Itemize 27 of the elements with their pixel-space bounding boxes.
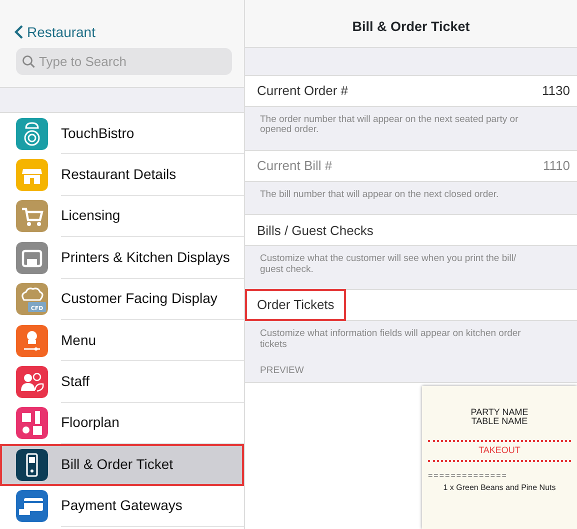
ticket-line: TABLE NAME <box>471 417 528 426</box>
row-value: 1130 <box>542 82 570 100</box>
settings-row[interactable]: Current Order # 1130 <box>245 75 577 107</box>
back-chevron-icon <box>14 24 24 40</box>
screen-title: Bill & Order Ticket <box>245 0 577 48</box>
settings-row[interactable]: Order Tickets <box>245 289 577 322</box>
sidebar-item[interactable]: TouchBistro <box>0 113 244 154</box>
section-label: PREVIEW <box>259 364 305 378</box>
sidebar-item[interactable]: Restaurant Details <box>0 154 244 196</box>
sidebar-item[interactable]: Licensing <box>0 196 244 238</box>
sidebar-item[interactable]: Payment Gateways <box>0 486 244 527</box>
row-description: The order number that will appear on the next seated party or opened order. <box>259 113 520 138</box>
row-value: 1110 <box>543 157 570 176</box>
back-link[interactable]: Restaurant <box>0 0 244 44</box>
sidebar-item[interactable]: Menu <box>0 320 244 362</box>
settings-row[interactable]: Bills / Guest Checks <box>245 214 577 246</box>
search-field[interactable]: Type to Search <box>16 48 232 75</box>
sidebar-item[interactable]: Staff <box>0 361 244 403</box>
row-description: Customize what the customer will see when you print the bill/ guest check. <box>259 252 518 277</box>
row-description: The bill number that will appear on the next closed order. <box>259 188 500 202</box>
ticket-line: PARTY NAME <box>470 408 528 418</box>
ticket-line: ============== <box>428 470 508 482</box>
row-description: Customize what information fields will appear on kitchen order tickets <box>259 327 522 352</box>
ticket-line: TAKEOUT <box>428 440 571 462</box>
sidebar-item[interactable]: Bill & Order Ticket <box>0 444 244 486</box>
ticket-line: 1 x Green Beans and Pine Nuts <box>443 482 556 494</box>
sidebar-item[interactable]: Printers & Kitchen Displays <box>0 237 244 279</box>
